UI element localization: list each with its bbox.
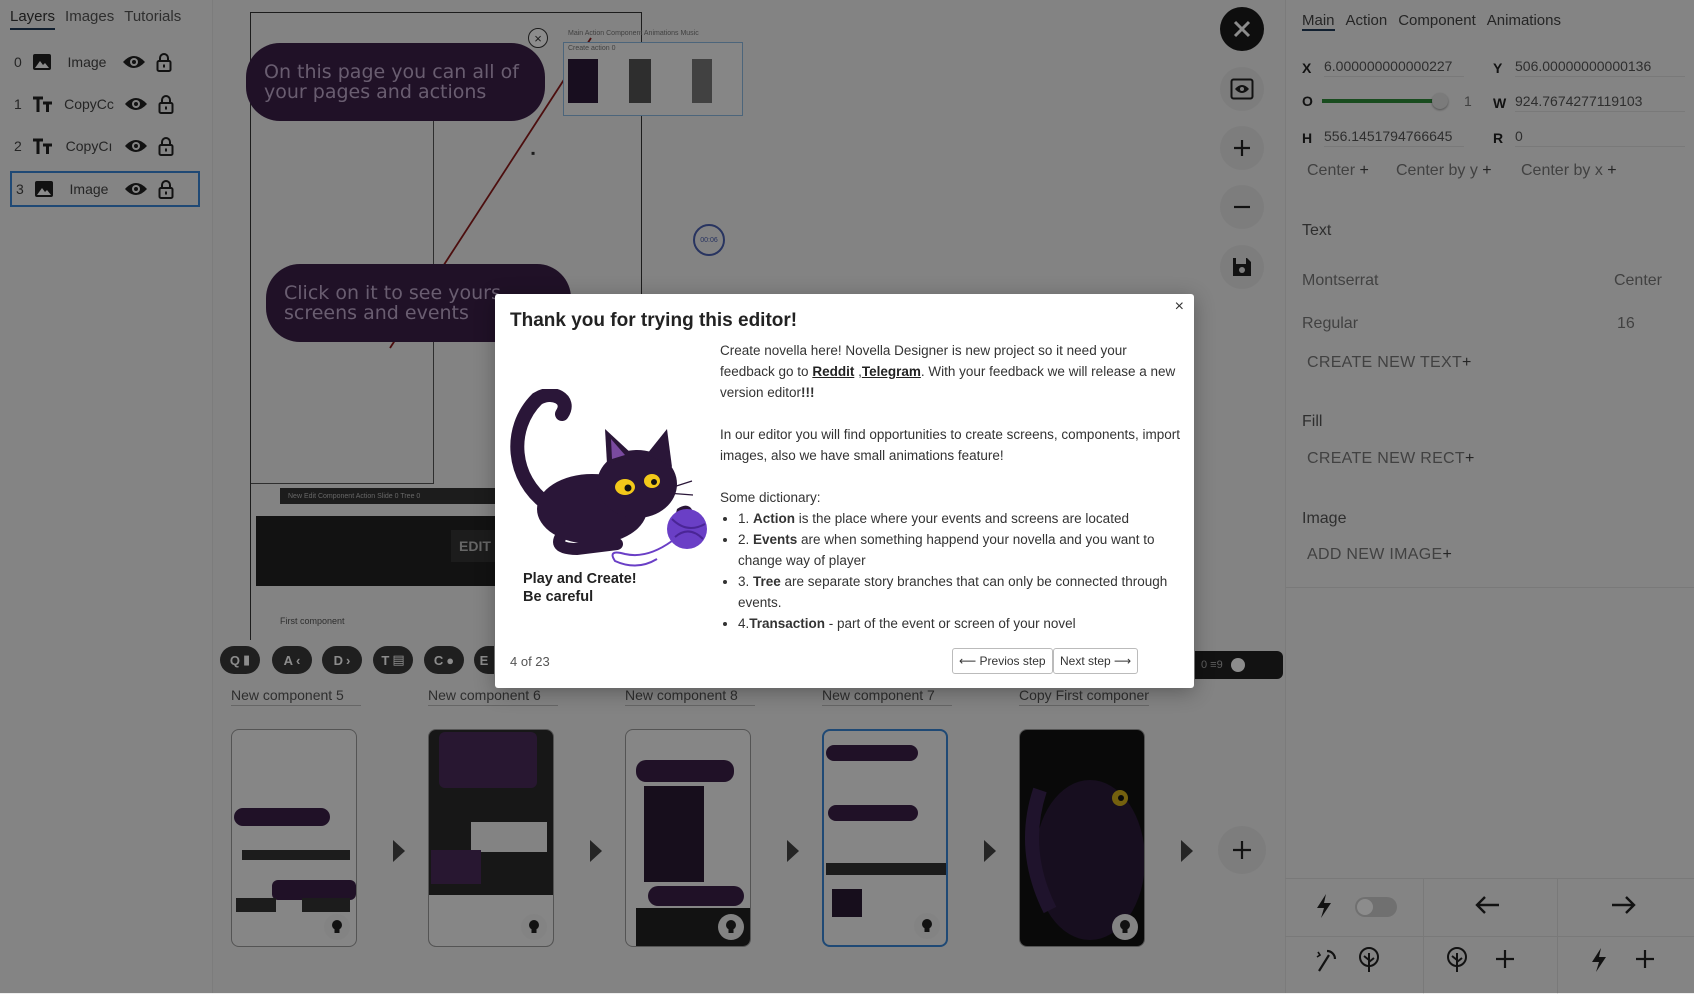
item-term: Events	[753, 532, 798, 547]
cat-illustration	[510, 389, 707, 567]
modal-content: Create novella here! Novella Designer is…	[720, 340, 1180, 634]
item-term: Action	[753, 511, 796, 526]
next-step-button[interactable]: Next step ⟶	[1053, 648, 1139, 674]
modal-title: Thank you for trying this editor!	[510, 310, 798, 331]
reddit-link[interactable]: Reddit	[812, 364, 854, 379]
dictionary-title: Some dictionary:	[720, 490, 821, 505]
item-num: 3.	[738, 574, 754, 589]
telegram-link[interactable]: Telegram	[862, 364, 921, 379]
item-num: 4.	[738, 616, 750, 631]
dictionary-list: 1. Action is the place where your events…	[720, 508, 1180, 634]
comma: ,	[854, 364, 862, 379]
list-item: 4.Transaction - part of the event or scr…	[738, 613, 1180, 634]
caption-line-1: Play and Create!	[523, 571, 637, 587]
item-rest: is the place where your events and scree…	[795, 511, 1129, 526]
list-item: 2. Events are when something happend you…	[738, 529, 1180, 571]
item-term: Tree	[753, 574, 781, 589]
item-num: 2.	[738, 532, 754, 547]
features-paragraph: In our editor you will find opportunitie…	[720, 427, 1180, 463]
item-rest: - part of the event or screen of your no…	[825, 616, 1076, 631]
item-rest: are separate story branches that can onl…	[738, 574, 1168, 610]
item-rest: are when something happend your novella …	[738, 532, 1155, 568]
caption-line-2: Be careful	[523, 589, 594, 605]
list-item: 3. Tree are separate story branches that…	[738, 571, 1180, 613]
item-num: 1.	[738, 511, 754, 526]
close-icon[interactable]: ×	[1175, 298, 1184, 316]
previous-step-button[interactable]: ⟵ Previos step	[952, 648, 1053, 674]
step-counter: 4 of 23	[510, 654, 550, 669]
cat-caption: Play and Create! Be careful	[523, 570, 637, 606]
list-item: 1. Action is the place where your events…	[738, 508, 1180, 529]
intro-paragraph: Create novella here! Novella Designer is…	[720, 340, 1180, 403]
tutorial-modal: Thank you for trying this editor! × Play…	[495, 294, 1194, 688]
item-term: Transaction	[749, 616, 826, 631]
exclaim: !!!	[801, 385, 815, 400]
